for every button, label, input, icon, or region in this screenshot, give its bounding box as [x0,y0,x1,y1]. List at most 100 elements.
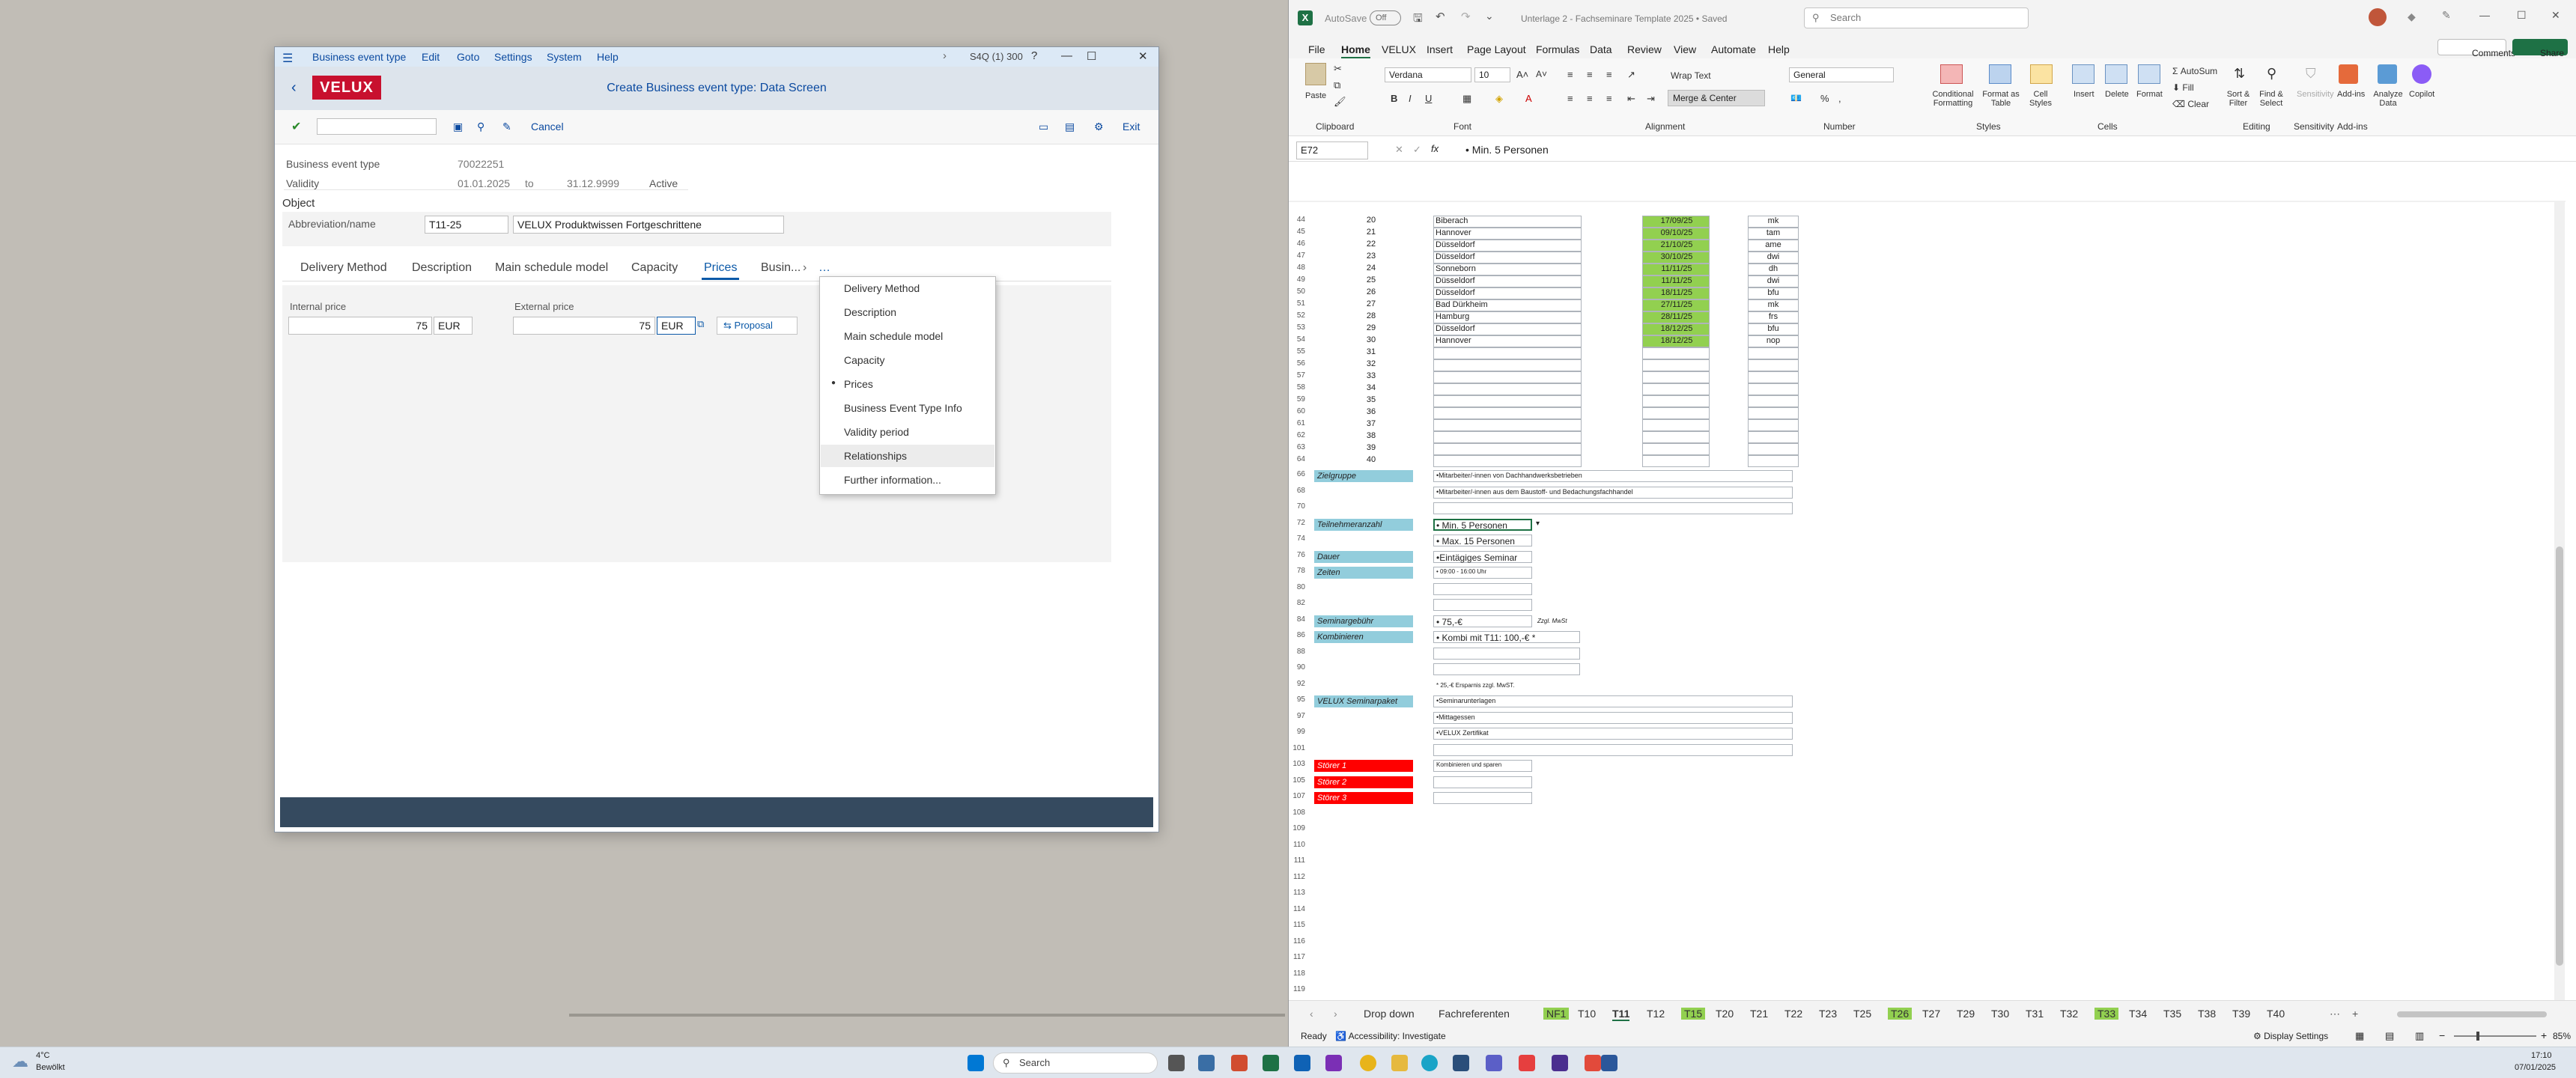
powerpoint-icon[interactable] [1231,1055,1248,1071]
minimize-icon[interactable]: — [2479,9,2490,21]
autosum-button[interactable]: Σ AutoSum [2172,66,2217,76]
align-middle-icon[interactable]: ≡ [1587,69,1593,80]
sheet-tab[interactable]: T26 [1888,1008,1913,1020]
row-number[interactable]: 51 [1289,299,1305,308]
sheet-tab[interactable]: T34 [2129,1008,2147,1020]
sheet-tab[interactable]: T22 [1784,1008,1802,1020]
tab-description[interactable]: Description [412,261,472,275]
vertical-scroll-thumb[interactable] [2556,546,2563,966]
excel-taskbar-icon[interactable] [1263,1055,1279,1071]
seminar-number[interactable]: 40 [1356,455,1386,464]
zoom-in-icon[interactable]: + [2541,1029,2547,1041]
seminar-number[interactable]: 22 [1356,240,1386,249]
cell-box[interactable] [1433,431,1582,443]
addins-icon[interactable] [2339,64,2358,84]
cell-box[interactable] [1642,455,1710,467]
sheet-tab[interactable]: NF1 [1543,1008,1570,1020]
page-layout-view-icon[interactable]: ▤ [2385,1030,2394,1042]
value-help-icon[interactable]: ⧉ [697,318,704,330]
cell-box[interactable] [1748,431,1799,443]
seminar-number[interactable]: 31 [1356,347,1386,356]
undo-icon[interactable]: ↶ [1436,10,1445,23]
cell-box[interactable] [1748,371,1799,383]
value-paket2[interactable]: •Mittagessen [1436,713,1475,721]
row-number[interactable]: 64 [1289,455,1305,463]
more-sheets-icon[interactable]: ⋯ [2330,1008,2340,1020]
accessibility-status[interactable]: ♿ Accessibility: Investigate [1335,1031,1446,1041]
row-number[interactable]: 61 [1289,419,1305,427]
fill-color-icon[interactable]: ◈ [1495,93,1503,105]
row-number[interactable]: 46 [1289,240,1305,248]
value-box[interactable] [1433,582,1532,595]
fill-button[interactable]: ⬇ Fill [2172,82,2194,93]
tab-main-schedule-model[interactable]: Main schedule model [495,261,608,275]
row-number[interactable]: 107 [1289,792,1305,800]
comma-icon[interactable]: , [1838,93,1841,104]
sheet-tab[interactable]: T21 [1750,1008,1768,1020]
cell-box[interactable] [1748,455,1799,467]
seminar-date[interactable]: 18/11/25 [1647,288,1707,297]
dropdown-arrow-icon[interactable]: ▾ [1536,520,1540,528]
save-icon[interactable]: 🖫 [1413,10,1423,29]
seminar-city[interactable]: Düsseldorf [1436,276,1475,285]
taskbar-search[interactable]: ⚲ Search [993,1053,1158,1074]
delete-cells-icon[interactable] [2105,64,2127,84]
cell-box[interactable] [1433,419,1582,431]
tab-help[interactable]: Help [1768,43,1790,55]
clock-time[interactable]: 17:10 [2531,1051,2552,1060]
font-grow-icon[interactable]: A˄ [1516,69,1528,80]
edit-icon[interactable]: ✎ [502,121,511,133]
value-ziel2[interactable]: •Mitarbeiter/-innen aus dem Baustoff- un… [1436,488,1633,496]
proposal-button[interactable]: ⇆ Proposal [717,317,798,335]
value-box[interactable] [1433,776,1532,788]
autosave-toggle[interactable]: Off [1370,10,1401,25]
zoom-slider[interactable] [2454,1035,2536,1037]
row-number[interactable]: 78 [1289,567,1305,575]
value-box[interactable] [1433,792,1532,804]
paste-label[interactable]: Paste [1305,91,1326,100]
seminar-code[interactable]: bfu [1748,288,1799,297]
copy-icon[interactable]: ⧉ [1334,79,1340,91]
search-box[interactable]: ⚲ Search [1804,7,2029,28]
row-number[interactable]: 45 [1289,228,1305,236]
sensitivity-label[interactable]: Sensitivity [2297,90,2334,99]
row-number[interactable]: 99 [1289,728,1305,736]
sap-logon-icon[interactable] [1453,1055,1469,1071]
seminar-code[interactable]: ame [1748,240,1799,249]
row-number[interactable]: 110 [1289,841,1305,849]
seminar-date[interactable]: 18/12/25 [1647,336,1707,345]
app-purple-icon[interactable] [1552,1055,1568,1071]
cell-box[interactable] [1642,371,1710,383]
sort-filter-icon[interactable]: ⇅ [2234,66,2245,82]
seminar-code[interactable]: bfu [1748,324,1799,333]
clock-date[interactable]: 07/01/2025 [2515,1063,2556,1072]
seminar-date[interactable]: 11/11/25 [1647,264,1707,273]
seminar-code[interactable]: dwi [1748,276,1799,285]
align-center-icon[interactable]: ≡ [1587,93,1593,104]
format-as-table-icon[interactable] [1989,64,2011,84]
tab-insert[interactable]: Insert [1427,43,1453,55]
abbr-field[interactable]: T11-25 [425,216,508,234]
avatar[interactable] [2369,8,2387,26]
value-box[interactable] [1433,663,1580,675]
name-field[interactable]: VELUX Produktwissen Fortgeschrittene [513,216,784,234]
app-red-icon[interactable] [1519,1055,1535,1071]
customize-icon[interactable]: ⌄ [1485,10,1494,22]
seminar-number[interactable]: 23 [1356,252,1386,261]
menu-item-description[interactable]: Description [844,301,994,323]
cell-box[interactable] [1748,407,1799,419]
seminar-code[interactable]: frs [1748,312,1799,321]
sheet-tab[interactable]: T40 [2267,1008,2285,1020]
sheet-tab[interactable]: T30 [1991,1008,2009,1020]
cell-box[interactable] [1642,359,1710,371]
seminar-number[interactable]: 30 [1356,335,1386,344]
value-dauer[interactable]: •Eintägiges Seminar [1436,552,1517,563]
row-number[interactable]: 95 [1289,695,1305,704]
help-icon[interactable]: ? [1031,49,1037,62]
merge-center-button[interactable]: Merge & Center [1668,90,1765,106]
tab-velux[interactable]: VELUX [1382,43,1416,55]
pen-icon[interactable]: ✎ [2442,9,2451,22]
menu-edit[interactable]: Edit [422,51,440,63]
sheet-tab[interactable]: T32 [2060,1008,2078,1020]
cell-styles-icon[interactable] [2030,64,2053,84]
